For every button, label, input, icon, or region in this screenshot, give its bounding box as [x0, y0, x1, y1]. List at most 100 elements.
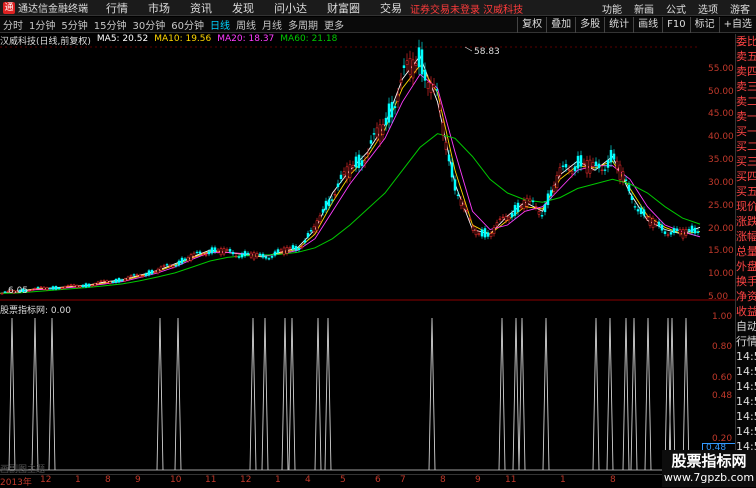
candle-body: [576, 155, 580, 169]
quote-panel-item-19[interactable]: 自动: [736, 319, 756, 334]
quote-panel-item-9: 买四: [736, 170, 756, 183]
candle-body: [366, 153, 370, 155]
candle-body: [549, 190, 553, 196]
indicator-spikes: [0, 317, 700, 471]
quote-panel-item-23[interactable]: 14:50: [736, 379, 756, 394]
date-label-8: 1: [275, 475, 281, 485]
candle-body: [477, 233, 481, 235]
candle-body: [441, 122, 445, 136]
candle-body: [567, 169, 571, 171]
date-label-12: 7: [400, 475, 406, 485]
candle-body: [243, 251, 247, 257]
candle-body: [426, 82, 430, 89]
candle-body: [561, 165, 565, 167]
quote-panel-item-24[interactable]: 14:50: [736, 394, 756, 409]
quote-panel-item-21[interactable]: 14:50: [736, 349, 756, 364]
indicator-spike: [174, 317, 182, 471]
candle-body: [606, 159, 610, 168]
date-axis: 2013年 12 1 8 9 10 11 12 1 4 5 6 7 8 9 11 1 8: [0, 474, 735, 488]
quote-panel-item-26[interactable]: 14:50: [736, 424, 756, 439]
candle-body: [408, 58, 412, 75]
date-label-14: 9: [475, 475, 481, 485]
date-label-17: 8: [610, 475, 616, 485]
candle-body: [90, 284, 94, 287]
candle-body: [468, 218, 472, 220]
candle-body: [345, 166, 349, 180]
candle-body: [264, 256, 268, 259]
candle-body: [69, 284, 73, 286]
indicator-spike: [8, 317, 16, 471]
indicator-spike: [542, 317, 550, 471]
candle-body: [486, 232, 490, 237]
candle-body: [342, 171, 346, 176]
candle-body: [198, 251, 202, 254]
candle-body: [672, 228, 676, 233]
candle-body: [696, 231, 700, 233]
indicator-spike: [606, 317, 614, 471]
candle-body: [390, 102, 394, 118]
quote-panel-item-1: 卖五: [736, 50, 756, 63]
date-label-4: 9: [135, 475, 141, 485]
candle-body: [180, 257, 184, 264]
candle-body: [120, 279, 124, 282]
candle-body: [465, 209, 469, 212]
candle-body: [27, 290, 31, 292]
candle-body: [93, 283, 97, 286]
candle-body: [327, 199, 331, 207]
candle-body: [138, 274, 142, 278]
candle-body: [195, 251, 199, 254]
quote-panel-item-20[interactable]: 行情: [736, 334, 756, 349]
candle-body: [57, 287, 61, 290]
date-label-9: 4: [305, 475, 311, 485]
candle-body: [96, 281, 100, 284]
quote-panel-item-2: 卖四: [736, 65, 756, 78]
candle-body: [177, 260, 181, 266]
watermark-title: 股票指标网: [671, 452, 747, 470]
candle-body: [219, 248, 223, 256]
quote-panel-item-3: 卖三: [736, 80, 756, 93]
candle-body: [249, 252, 253, 258]
price-chart[interactable]: 58.83 6.05: [0, 0, 735, 474]
quote-panel-item-25[interactable]: 14:50: [736, 409, 756, 424]
candle-body: [228, 249, 232, 252]
candle-body: [435, 89, 439, 91]
candle-body: [414, 63, 418, 66]
indicator-spike: [512, 317, 520, 471]
candle-body: [438, 103, 442, 111]
candle-body: [159, 266, 163, 271]
site-watermark: 股票指标网 www.7gpzb.com: [662, 450, 756, 487]
date-label-5: 10: [170, 475, 182, 485]
candle-body: [471, 226, 475, 231]
indicator-spike: [592, 317, 600, 471]
indicator-spike: [518, 317, 526, 471]
candle-body: [51, 286, 55, 290]
candle-body: [684, 229, 688, 236]
candle-body: [339, 174, 343, 180]
candle-body: [612, 153, 616, 160]
candle-body: [429, 83, 433, 93]
candle-body: [528, 198, 532, 202]
candle-body: [321, 209, 325, 213]
candle-body: [237, 256, 241, 258]
candle-body: [42, 286, 46, 290]
candle-body: [108, 281, 112, 284]
candle-body: [624, 179, 628, 181]
candle-body: [315, 220, 319, 231]
candle-body: [333, 194, 337, 196]
candle-body: [54, 286, 58, 290]
quote-panel-item-22[interactable]: 14:50: [736, 364, 756, 379]
indicator-spike: [428, 317, 436, 471]
candle-body: [201, 253, 205, 256]
candle-body: [540, 215, 544, 217]
quote-panel-item-11: 现价: [736, 200, 756, 213]
candle-body: [660, 224, 664, 231]
candle-body: [45, 287, 49, 291]
quote-panel-item-10: 买五: [736, 185, 756, 198]
candle-body: [462, 203, 466, 210]
candle-body: [489, 233, 493, 237]
candle-body: [300, 246, 304, 248]
candle-body: [669, 232, 673, 235]
candle-body: [666, 234, 670, 236]
candle-body: [357, 154, 361, 168]
candle-body: [507, 216, 511, 221]
